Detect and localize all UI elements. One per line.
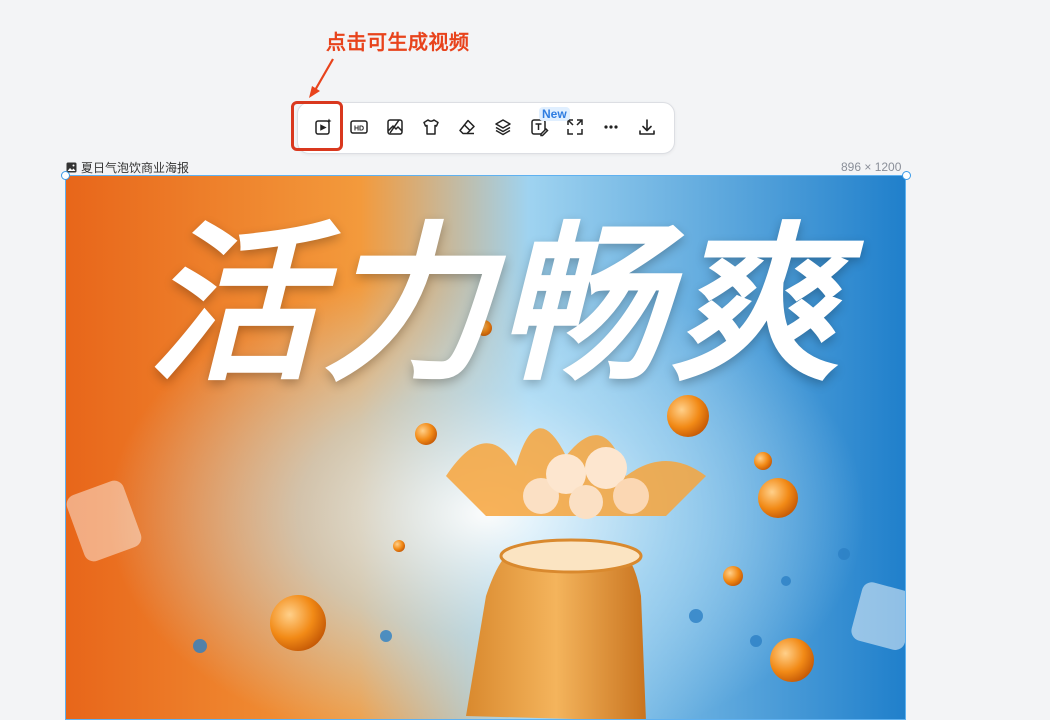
annotation-arrow-icon (309, 58, 334, 98)
more-icon (604, 125, 618, 129)
hd-icon-label: HD (354, 126, 364, 133)
poster-headline: 活力畅爽 (147, 207, 844, 405)
more-button[interactable] (600, 116, 622, 138)
annotation-text: 点击可生成视频 (326, 30, 470, 54)
outfit-change-button[interactable] (420, 116, 442, 138)
eraser-button[interactable] (456, 116, 478, 138)
download-icon (639, 119, 655, 135)
eraser-icon (459, 119, 475, 135)
image-name: 夏日气泡饮商业海报 (81, 161, 190, 175)
image-title: 夏日气泡饮商业海报 (66, 159, 189, 176)
resize-handle-top-left[interactable] (61, 171, 70, 180)
download-button[interactable] (636, 116, 658, 138)
image-dimensions: 896 × 1200 (841, 160, 902, 174)
image-toolbar: HD (297, 102, 675, 154)
image-edit-icon (387, 119, 403, 135)
hd-icon: HD (350, 120, 368, 134)
hd-upscale-button[interactable]: HD (348, 116, 370, 138)
video-button-highlight (291, 101, 343, 151)
layers-icon (495, 119, 511, 136)
new-badge: New (539, 107, 570, 121)
image-edit-button[interactable] (384, 116, 406, 138)
layers-button[interactable] (492, 116, 514, 138)
tshirt-icon (423, 119, 439, 135)
poster-canvas[interactable]: 活力畅爽 (65, 175, 906, 720)
resize-handle-top-right[interactable] (902, 171, 911, 180)
